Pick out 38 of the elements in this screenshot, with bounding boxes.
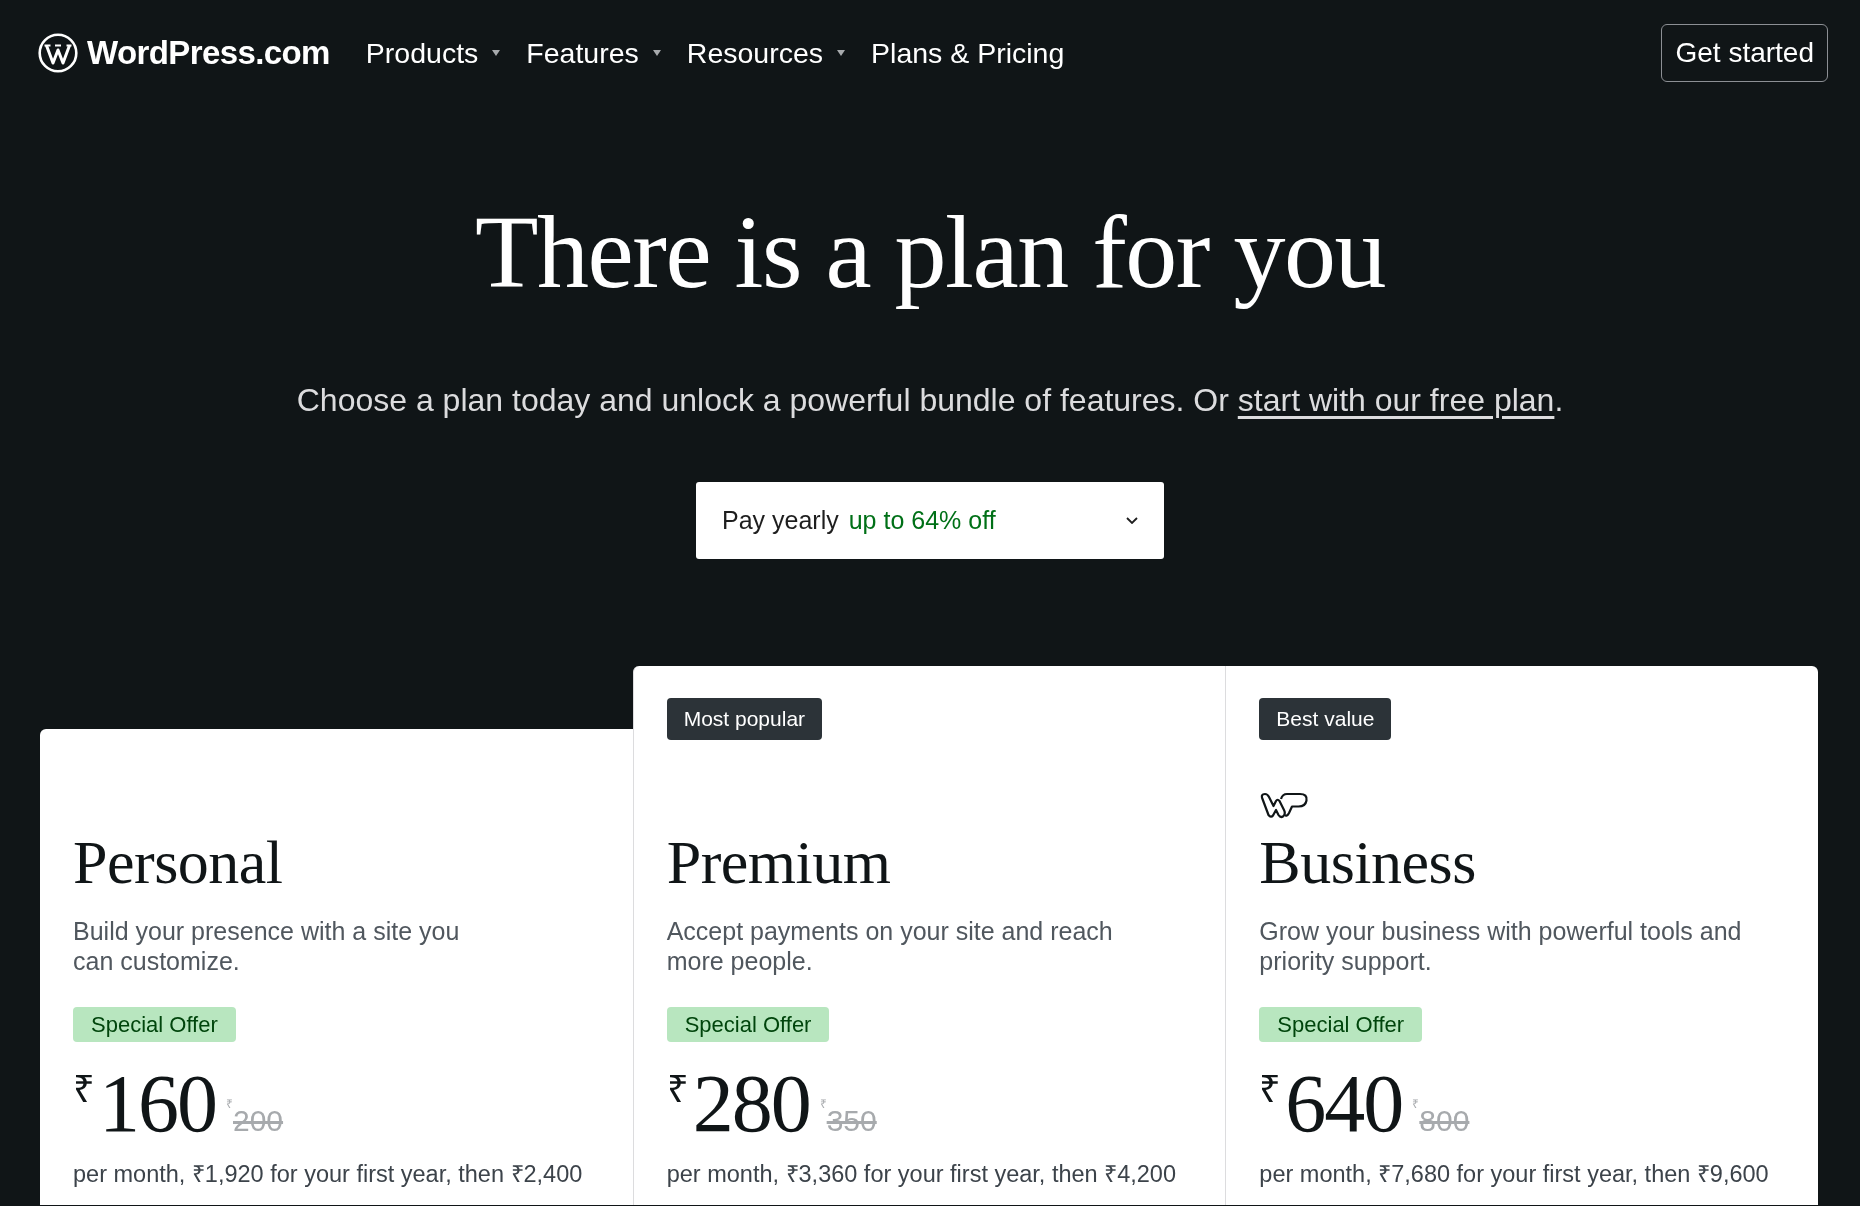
price-amount: 640: [1285, 1064, 1403, 1144]
billing-period-dropdown[interactable]: Pay yearly up to 64% off: [696, 482, 1164, 559]
offer-tag: Special Offer: [666, 1007, 830, 1042]
plan-description: Accept payments on your site and reach more people.: [666, 916, 1114, 976]
plan-badge: Best value: [1259, 698, 1392, 740]
original-currency-symbol: ₹: [226, 1098, 233, 1110]
offer-tag: Special Offer: [1259, 1007, 1423, 1042]
price-amount: 160: [99, 1064, 216, 1144]
plan-badge: Most popular: [666, 698, 823, 740]
original-price: 200: [233, 1106, 284, 1136]
plan-name: Personal: [73, 830, 284, 894]
price-note: per month, ₹3,360 for your first year, then ₹4,200: [666, 1160, 1177, 1189]
original-currency-symbol: ₹: [819, 1098, 827, 1110]
hero-subtitle: Choose a plan today and unlock a powerful bundle of features. Or start with our free plan.: [296, 381, 1564, 420]
page-title: There is a plan for you: [475, 193, 1385, 311]
free-plan-link[interactable]: start with our free plan: [1237, 382, 1555, 418]
circle-logo-icon: [38, 33, 78, 73]
get-started-button[interactable]: Get started: [1661, 24, 1828, 82]
nav-link[interactable]: Plans & Pricing: [871, 31, 1065, 75]
price-note: per month, ₹1,920 for your first year, then ₹2,400: [73, 1160, 584, 1189]
price-note: per month, ₹7,680 for your first year, then ₹9,600: [1259, 1160, 1770, 1189]
offer-tag: Special Offer: [73, 1007, 236, 1042]
chevron-down-icon: [1126, 517, 1138, 524]
plan-name: Business: [1259, 830, 1477, 894]
original-currency-symbol: ₹: [1412, 1098, 1420, 1110]
plan-description: Build your presence with a site you can customize.: [73, 916, 461, 976]
logo-link[interactable]: WordPress.com: [38, 28, 330, 78]
currency-symbol: ₹: [666, 1070, 689, 1108]
nav-link[interactable]: Features: [526, 31, 661, 75]
plan-name: Premium: [666, 830, 892, 894]
nav-link[interactable]: Resources: [686, 31, 846, 75]
currency-symbol: ₹: [73, 1070, 95, 1108]
price-amount: 280: [692, 1064, 810, 1144]
original-price: 350: [826, 1106, 877, 1136]
plan-description: Grow your business with powerful tools and priority support.: [1259, 916, 1743, 976]
original-price: 800: [1419, 1106, 1470, 1136]
currency-symbol: ₹: [1259, 1070, 1282, 1108]
nav-link[interactable]: Products: [365, 31, 501, 75]
